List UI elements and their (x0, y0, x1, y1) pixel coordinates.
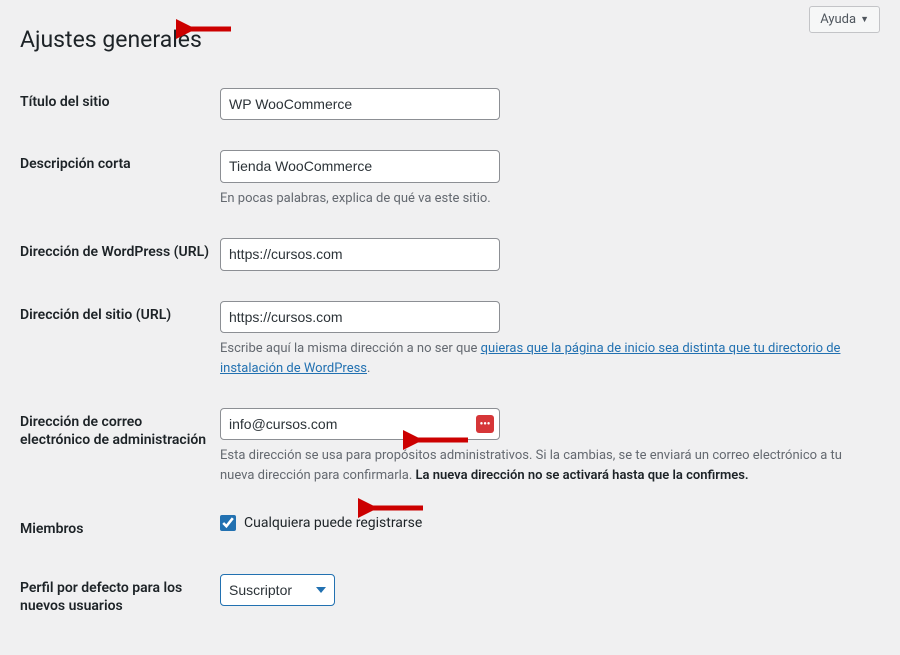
membership-checkbox-label: Cualquiera puede registrarse (244, 515, 422, 531)
site-url-description: Escribe aquí la misma dirección a no ser… (220, 339, 870, 378)
site-url-input[interactable] (220, 301, 500, 333)
membership-checkbox[interactable] (220, 515, 236, 531)
site-title-label: Título del sitio (20, 73, 220, 135)
admin-email-description: Esta dirección se usa para propósitos ad… (220, 446, 870, 485)
tagline-description: En pocas palabras, explica de qué va est… (220, 189, 870, 209)
admin-email-label: Dirección de correo electrónico de admin… (20, 393, 220, 500)
help-tab-label: Ayuda (820, 12, 856, 27)
site-url-label: Dirección del sitio (URL) (20, 286, 220, 393)
site-title-input[interactable] (220, 88, 500, 120)
default-role-select[interactable]: Suscriptor (220, 574, 335, 606)
admin-email-input[interactable] (220, 408, 500, 440)
password-manager-icon[interactable]: ••• (476, 415, 494, 433)
wp-url-input[interactable] (220, 238, 500, 270)
default-role-label: Perfil por defecto para los nuevos usuar… (20, 559, 220, 635)
membership-label: Miembros (20, 500, 220, 558)
caret-down-icon: ▼ (860, 14, 869, 25)
page-title: Ajustes generales (20, 26, 880, 53)
wp-url-label: Dirección de WordPress (URL) (20, 223, 220, 285)
help-tab-button[interactable]: Ayuda ▼ (809, 6, 880, 33)
tagline-label: Descripción corta (20, 135, 220, 223)
tagline-input[interactable] (220, 150, 500, 182)
